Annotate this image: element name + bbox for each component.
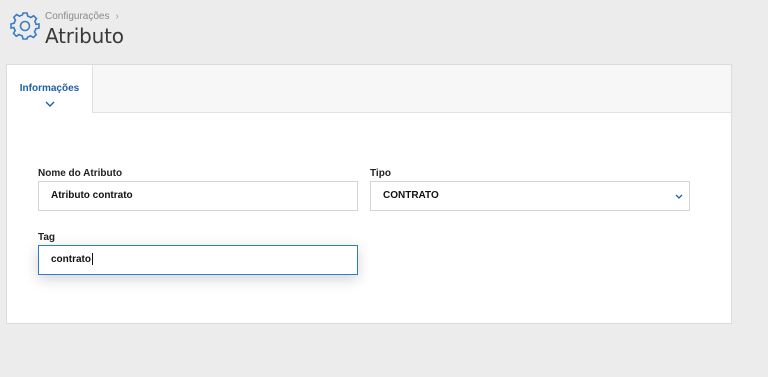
type-select-value: CONTRATO [383,190,439,201]
form-card: Informações Nome do Atributo Atributo co… [6,64,732,324]
tag-label: Tag [38,232,56,243]
chevron-right-icon: › [115,11,119,22]
name-label: Nome do Atributo [38,168,123,179]
tag-input[interactable]: contrato [38,245,358,275]
name-input[interactable]: Atributo contrato [38,181,358,211]
gear-icon [10,12,40,40]
tag-input-value: contrato [51,254,91,265]
chevron-down-icon [45,101,55,107]
text-caret [92,253,93,266]
tab-informacoes[interactable]: Informações [7,65,93,113]
breadcrumb[interactable]: Configurações › [45,11,119,22]
page-title: Atributo [45,24,124,48]
chevron-down-icon [675,194,683,199]
tab-informacoes-label: Informações [19,83,80,94]
type-label: Tipo [370,168,391,179]
breadcrumb-configuracoes[interactable]: Configurações [45,11,109,22]
tab-bar: Informações [7,65,731,113]
type-select[interactable]: CONTRATO [370,181,690,211]
